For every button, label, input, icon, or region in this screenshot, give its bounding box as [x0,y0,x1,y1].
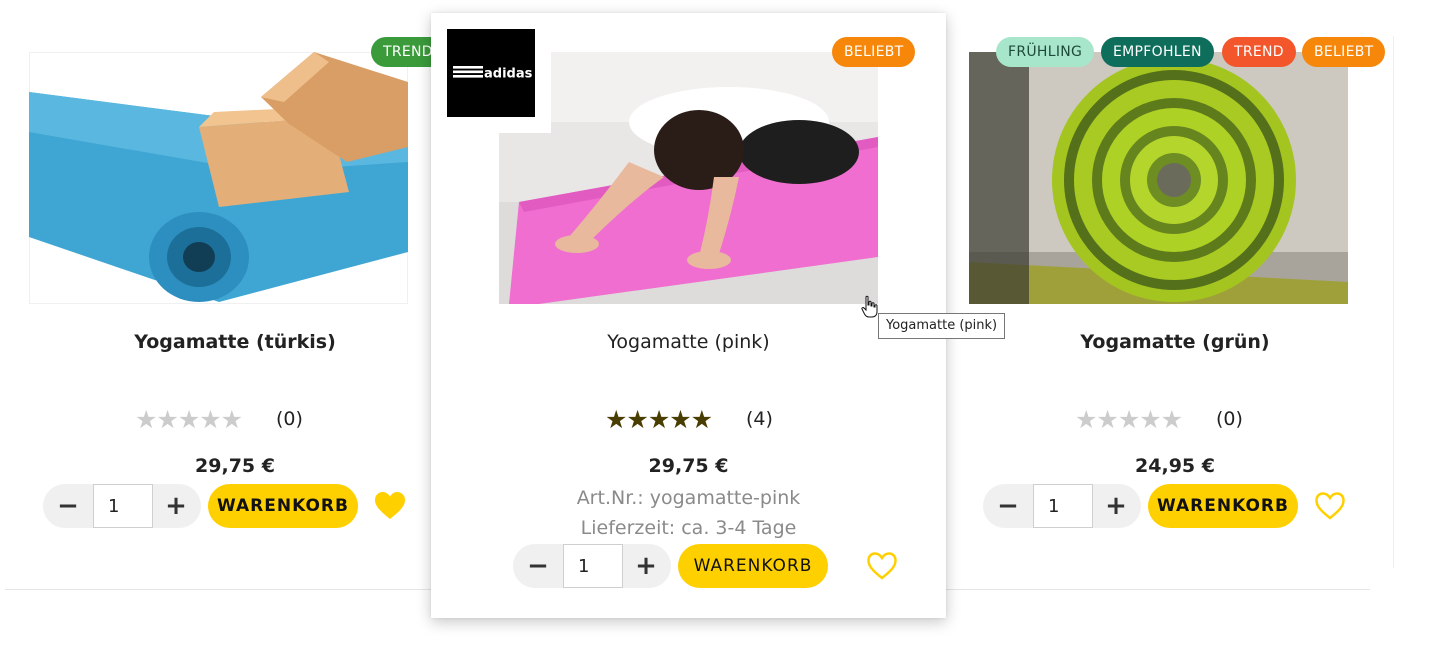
qty-increase-button[interactable]: + [621,544,671,588]
badge-label: TREND [383,44,433,60]
tooltip: Yogamatte (pink) [878,313,1006,339]
rating-count: (4) [746,408,773,430]
quantity-stepper: − + [43,484,201,528]
badge-beliebt: BELIEBT [1302,37,1386,67]
product-price: 24,95 € [1135,455,1215,477]
badge-label: BELIEBT [1314,44,1374,60]
rating-count: (0) [1216,408,1243,430]
quantity-stepper: − + [513,544,671,588]
qty-decrease-button[interactable]: − [983,484,1033,528]
badge-label: EMPFOHLEN [1113,44,1202,60]
badge-empfohlen: EMPFOHLEN [1101,37,1214,67]
heart-outline-icon[interactable] [866,551,898,581]
qty-decrease-button[interactable]: − [513,544,563,588]
rating-stars: ★★★★★ [605,405,713,434]
product-price: 29,75 € [648,455,729,477]
add-to-cart-button[interactable]: WARENKORB [208,484,358,528]
badge-label: TREND [1234,44,1284,60]
heart-outline-icon[interactable] [1314,491,1346,521]
product-image-tuerkis[interactable] [29,52,408,304]
qty-input[interactable] [563,544,623,588]
brand-logo[interactable]: adidas [447,29,535,117]
brand-name: adidas [484,67,533,82]
quantity-stepper: − + [983,484,1141,528]
qty-decrease-button[interactable]: − [43,484,93,528]
qty-increase-button[interactable]: + [1091,484,1141,528]
rating-stars: ★★★★★ [135,405,243,434]
qty-input[interactable] [1033,484,1093,528]
product-title[interactable]: Yogamatte (türkis) [0,331,470,353]
badge-label: BELIEBT [844,44,904,60]
card-divider [1393,36,1394,568]
article-number: Art.Nr.: yogamatte-pink [576,487,801,509]
badge-label: FRÜHLING [1008,44,1083,60]
product-image-pink[interactable] [499,52,878,304]
add-to-cart-button[interactable]: WARENKORB [1148,484,1298,528]
product-card-gruen: FRÜHLING EMPFOHLEN TREND BELIEBT Yogamat… [940,0,1410,590]
qty-increase-button[interactable]: + [151,484,201,528]
delivery-time: Lieferzeit: ca. 3-4 Tage [580,517,797,539]
badge-trend: TREND [1222,37,1296,67]
product-card-tuerkis: TREND Yogamatte (türkis) ★★★★★ (0) 29,75… [0,0,470,590]
hand-cursor-icon [860,295,880,323]
heart-icon[interactable] [374,491,406,521]
badge-beliebt: BELIEBT [832,37,916,67]
product-title[interactable]: Yogamatte (pink) [431,331,946,353]
product-price: 29,75 € [195,455,275,477]
rating-count: (0) [276,408,303,430]
product-image-gruen[interactable] [969,52,1348,304]
product-title[interactable]: Yogamatte (grün) [940,331,1410,353]
qty-input[interactable] [93,484,153,528]
badge-fruehling: FRÜHLING [996,37,1095,67]
add-to-cart-button[interactable]: WARENKORB [678,544,828,588]
rating-stars: ★★★★★ [1075,405,1183,434]
